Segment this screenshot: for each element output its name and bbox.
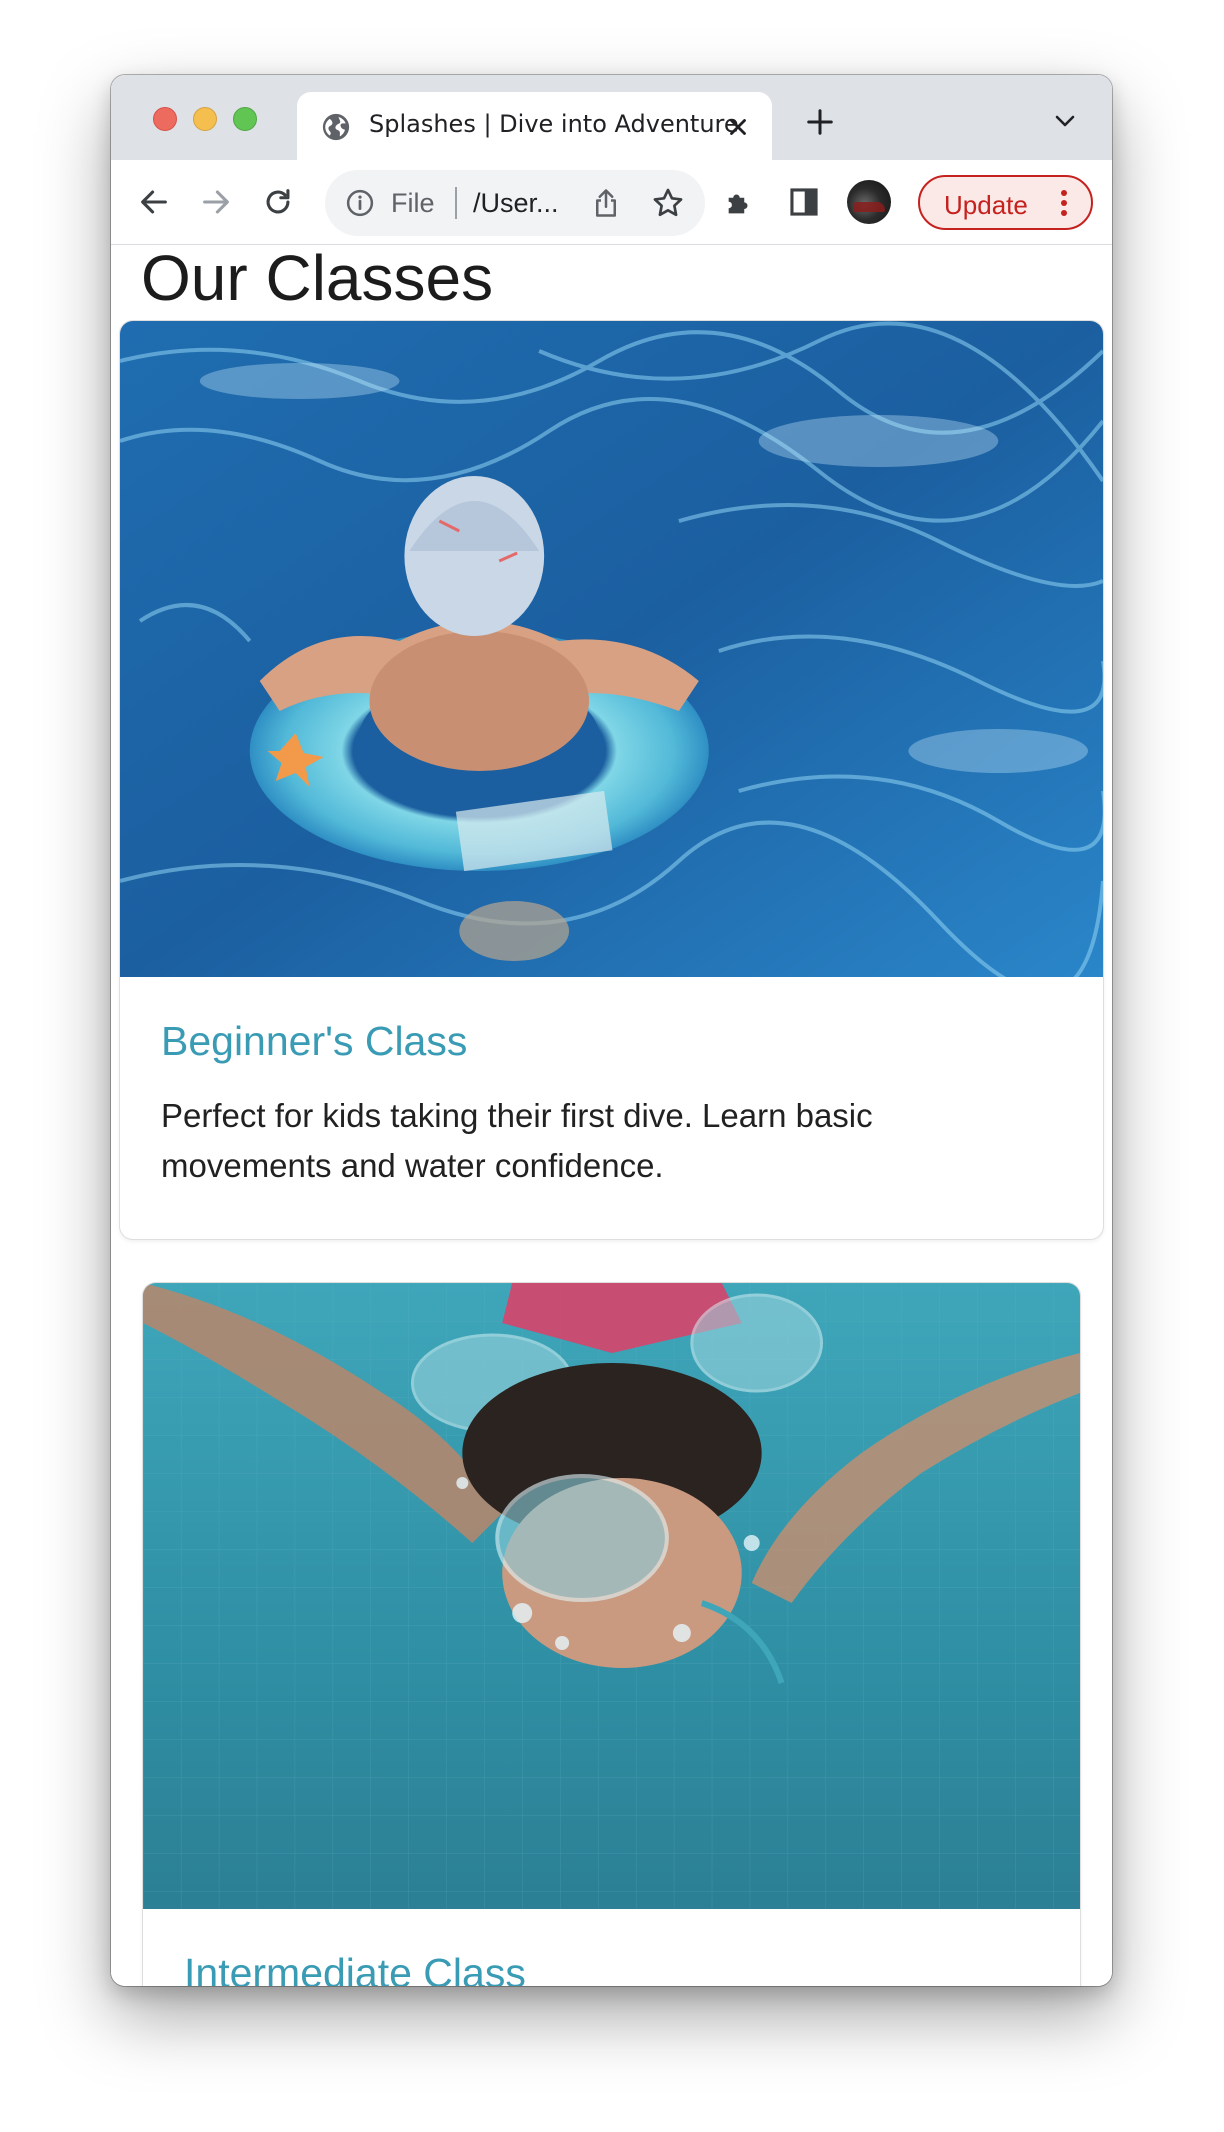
- update-button[interactable]: Update: [918, 175, 1093, 230]
- tab-title: Splashes | Dive into Adventure: [369, 110, 739, 138]
- screen: Splashes | Dive into Adventure File /Use…: [0, 0, 1224, 2132]
- window-minimize-button[interactable]: [193, 107, 217, 131]
- class-title[interactable]: Intermediate Class: [184, 1950, 526, 1986]
- tab-strip: Splashes | Dive into Adventure: [111, 75, 1112, 160]
- browser-window: Splashes | Dive into Adventure File /Use…: [111, 75, 1112, 1986]
- class-photo: [143, 1283, 1080, 1909]
- browser-toolbar: File /User... Update: [111, 160, 1112, 245]
- side-panel-icon[interactable]: [787, 185, 821, 219]
- class-photo: [120, 321, 1103, 977]
- child-in-swim-ring-photo: [120, 321, 1103, 977]
- class-card: Beginner's Class Perfect for kids taking…: [119, 320, 1104, 1240]
- class-description: Perfect for kids taking their first dive…: [161, 1097, 873, 1184]
- more-options-icon[interactable]: [1056, 188, 1072, 218]
- close-icon[interactable]: [725, 114, 751, 140]
- forward-arrow-icon[interactable]: [199, 185, 233, 219]
- tab-active[interactable]: Splashes | Dive into Adventure: [297, 92, 772, 160]
- address-bar[interactable]: File /User...: [325, 170, 705, 236]
- profile-avatar[interactable]: [847, 180, 891, 224]
- class-card: Intermediate Class: [142, 1282, 1081, 1986]
- page-viewport: Our Classes Beginner's Class Perfect for…: [111, 246, 1112, 1986]
- chevron-down-icon[interactable]: [1053, 111, 1077, 131]
- back-arrow-icon[interactable]: [137, 185, 171, 219]
- reload-icon[interactable]: [261, 185, 295, 219]
- url-text[interactable]: /User...: [473, 188, 559, 219]
- url-scheme: File: [391, 188, 435, 218]
- girl-swimming-underwater-photo: [143, 1283, 1080, 1909]
- info-icon[interactable]: [345, 188, 375, 218]
- new-tab-icon[interactable]: [805, 107, 835, 137]
- window-close-button[interactable]: [153, 107, 177, 131]
- omnibox-divider: [455, 187, 457, 219]
- star-icon[interactable]: [651, 186, 685, 220]
- update-label: Update: [944, 190, 1028, 220]
- window-maximize-button[interactable]: [233, 107, 257, 131]
- globe-icon: [322, 113, 350, 141]
- class-title[interactable]: Beginner's Class: [161, 1018, 467, 1065]
- extensions-puzzle-icon[interactable]: [723, 185, 757, 219]
- page-title: Our Classes: [141, 246, 494, 314]
- share-icon[interactable]: [591, 186, 621, 220]
